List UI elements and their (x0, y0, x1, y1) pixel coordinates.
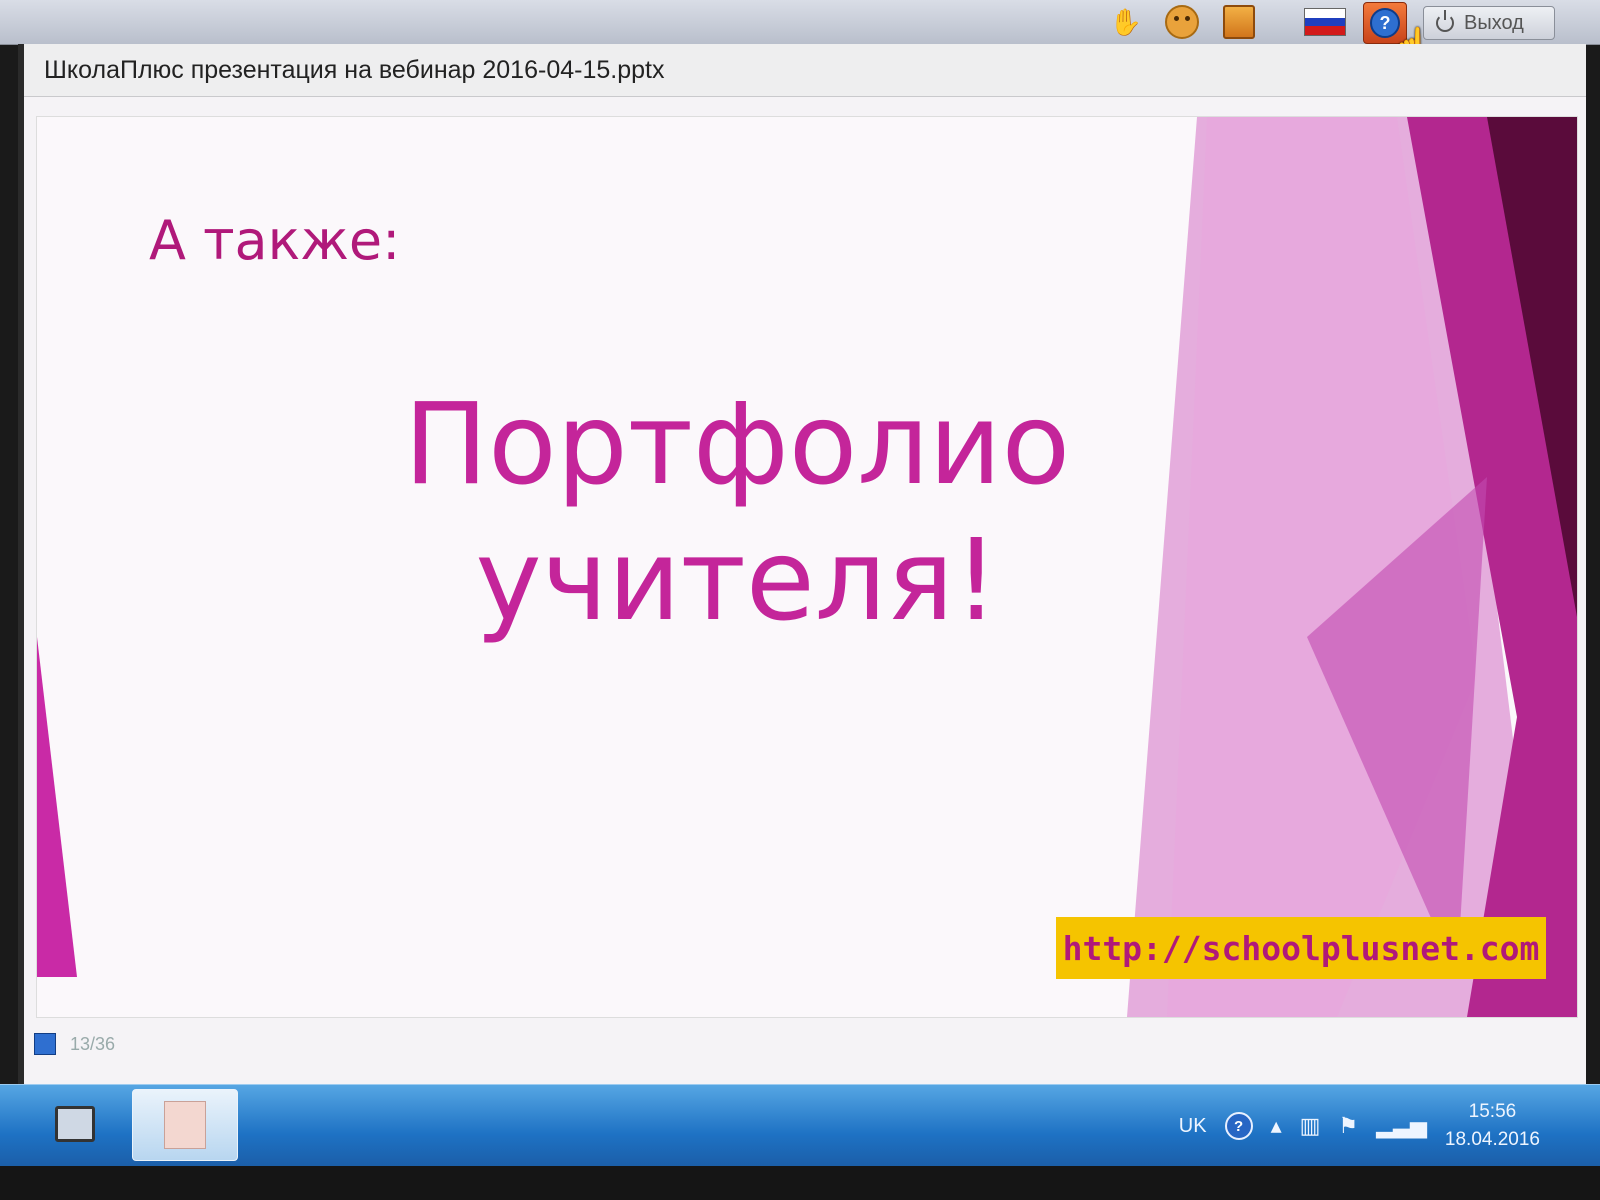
slide-url: http://schoolplusnet.com (1056, 917, 1546, 979)
signal-icon[interactable]: ▂▃▅ (1376, 1113, 1427, 1139)
monitor-icon (55, 1106, 95, 1142)
window-title: ШколаПлюс презентация на вебинар 2016-04… (24, 44, 1586, 97)
notes-icon[interactable] (1220, 4, 1258, 40)
language-indicator[interactable]: UK (1179, 1115, 1207, 1138)
action-center-flag-icon[interactable]: ⚑ (1338, 1113, 1358, 1139)
slide-main-text: Портфолио учителя! (337, 377, 1137, 649)
hand-icon[interactable]: ✋ (1107, 4, 1145, 40)
exit-button[interactable]: Выход (1423, 6, 1555, 40)
clock-time: 15:56 (1468, 1101, 1517, 1122)
slide: А также: Портфолио учителя! http://schoo… (36, 116, 1578, 1018)
taskbar-item-computer[interactable] (30, 1089, 120, 1159)
clock[interactable]: 15:56 18.04.2016 (1445, 1098, 1540, 1154)
network-icon[interactable]: ▥ (1300, 1113, 1321, 1139)
presentation-window: ШколаПлюс презентация на вебинар 2016-04… (18, 44, 1586, 1084)
clock-date: 18.04.2016 (1444, 1129, 1540, 1150)
screen-bezel (0, 1166, 1600, 1200)
document-icon (164, 1101, 206, 1149)
help-tray-icon[interactable]: ? (1224, 1112, 1253, 1140)
show-hidden-icons-icon[interactable]: ▴ (1271, 1113, 1282, 1139)
power-icon (1436, 10, 1454, 32)
save-icon[interactable] (34, 1033, 56, 1055)
taskbar-item-presentation[interactable] (132, 1089, 238, 1161)
slide-heading: А также: (149, 209, 401, 272)
slide-main-line-1: Портфолио (403, 380, 1071, 510)
exit-label: Выход (1464, 11, 1524, 34)
russian-flag-icon[interactable] (1303, 4, 1347, 40)
taskbar: UK ? ▴ ▥ ⚑ ▂▃▅ 15:56 18.04.2016 (0, 1084, 1600, 1167)
slide-main-line-2: учителя! (475, 516, 999, 646)
app-toolbar: ✋ ? ☝ Выход (0, 0, 1600, 65)
system-tray: UK ? ▴ ▥ ⚑ ▂▃▅ 15:56 18.04.2016 (1179, 1093, 1540, 1159)
status-bar: 13/36 (24, 1024, 1596, 1064)
page-counter: 13/36 (70, 1033, 116, 1054)
smile-icon[interactable] (1163, 4, 1201, 40)
